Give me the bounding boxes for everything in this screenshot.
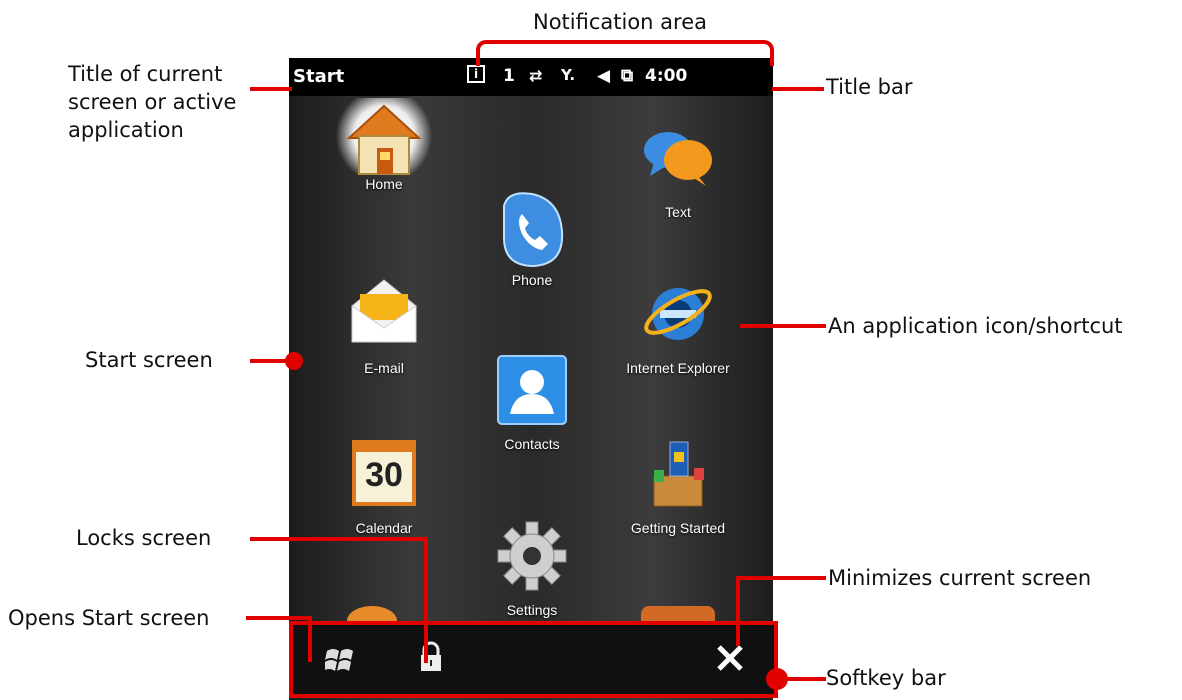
getting-started-icon [640,436,716,512]
app-internet-explorer[interactable]: Internet Explorer [603,276,753,376]
app-phone-label: Phone [511,272,553,288]
softkey-bar [289,621,778,698]
leader-app-icon [740,324,826,328]
softkey-dot [766,668,788,690]
app-settings[interactable]: Settings [457,518,607,618]
app-home[interactable]: Home [309,98,459,192]
battery-icon[interactable]: ⧉ [621,66,633,86]
notification-icon[interactable]: i [467,65,485,83]
close-icon[interactable] [715,643,745,677]
callout-notification-area: Notification area [533,10,707,34]
leader-minimize-v [736,576,740,646]
leader-locks-v [424,537,428,663]
callout-minimizes: Minimizes current screen [828,566,1092,590]
app-text[interactable]: Text [603,128,753,220]
clock[interactable]: 4:00 [645,66,687,86]
app-text-label: Text [665,204,691,220]
volume-icon[interactable]: ◀ [597,66,610,86]
app-settings-label: Settings [506,602,558,618]
gear-icon [494,518,570,594]
envelope-icon [346,276,422,352]
callout-title-bar: Title bar [826,75,913,99]
app-email-label: E-mail [364,360,404,376]
lock-icon[interactable] [419,641,443,677]
phone-icon [494,188,570,268]
calendar-icon: 30 [346,436,422,512]
screen-title: Start [293,66,345,87]
leader-title [250,87,292,91]
speech-bubbles-icon [640,128,716,204]
app-contacts-label: Contacts [504,436,560,452]
callout-softkey-bar: Softkey bar [826,666,946,690]
app-contacts[interactable]: Contacts [457,352,607,452]
leader-start-screen [250,359,290,363]
internet-explorer-icon [640,276,716,352]
callout-start-screen: Start screen [85,348,213,372]
phone-screen: Start i 1 ⇄ Y. ◀ ⧉ 4:00 Home Text Phone … [289,58,773,700]
callout-app-icon: An application icon/shortcut [828,314,1123,338]
app-calendar-label: Calendar [355,520,413,536]
windows-start-icon[interactable] [323,645,355,677]
app-phone[interactable]: Phone [457,188,607,288]
app-calendar[interactable]: 30 Calendar [309,436,459,536]
leader-start-h [246,616,310,620]
callout-title-of-current-screen: Title of current screen or active applic… [68,62,237,142]
app-internet-explorer-label: Internet Explorer [626,360,730,376]
start-screen-dot [285,352,303,370]
notification-bracket [476,40,774,66]
notification-count: 1 [503,66,515,86]
home-icon [329,98,439,175]
leader-minimize-h [736,576,826,580]
callout-locks-screen: Locks screen [76,526,212,550]
calendar-day-number: 30 [365,456,403,494]
data-connection-icon[interactable]: ⇄ [529,66,542,85]
contacts-icon [494,352,570,428]
app-getting-started[interactable]: Getting Started [603,436,753,536]
app-getting-started-label: Getting Started [630,520,726,536]
signal-icon[interactable]: Y. [561,66,575,84]
callout-opens-start: Opens Start screen [8,606,210,630]
leader-start-v [308,616,312,662]
leader-title-bar [772,87,824,91]
app-email[interactable]: E-mail [309,276,459,376]
leader-locks-h [250,537,428,541]
